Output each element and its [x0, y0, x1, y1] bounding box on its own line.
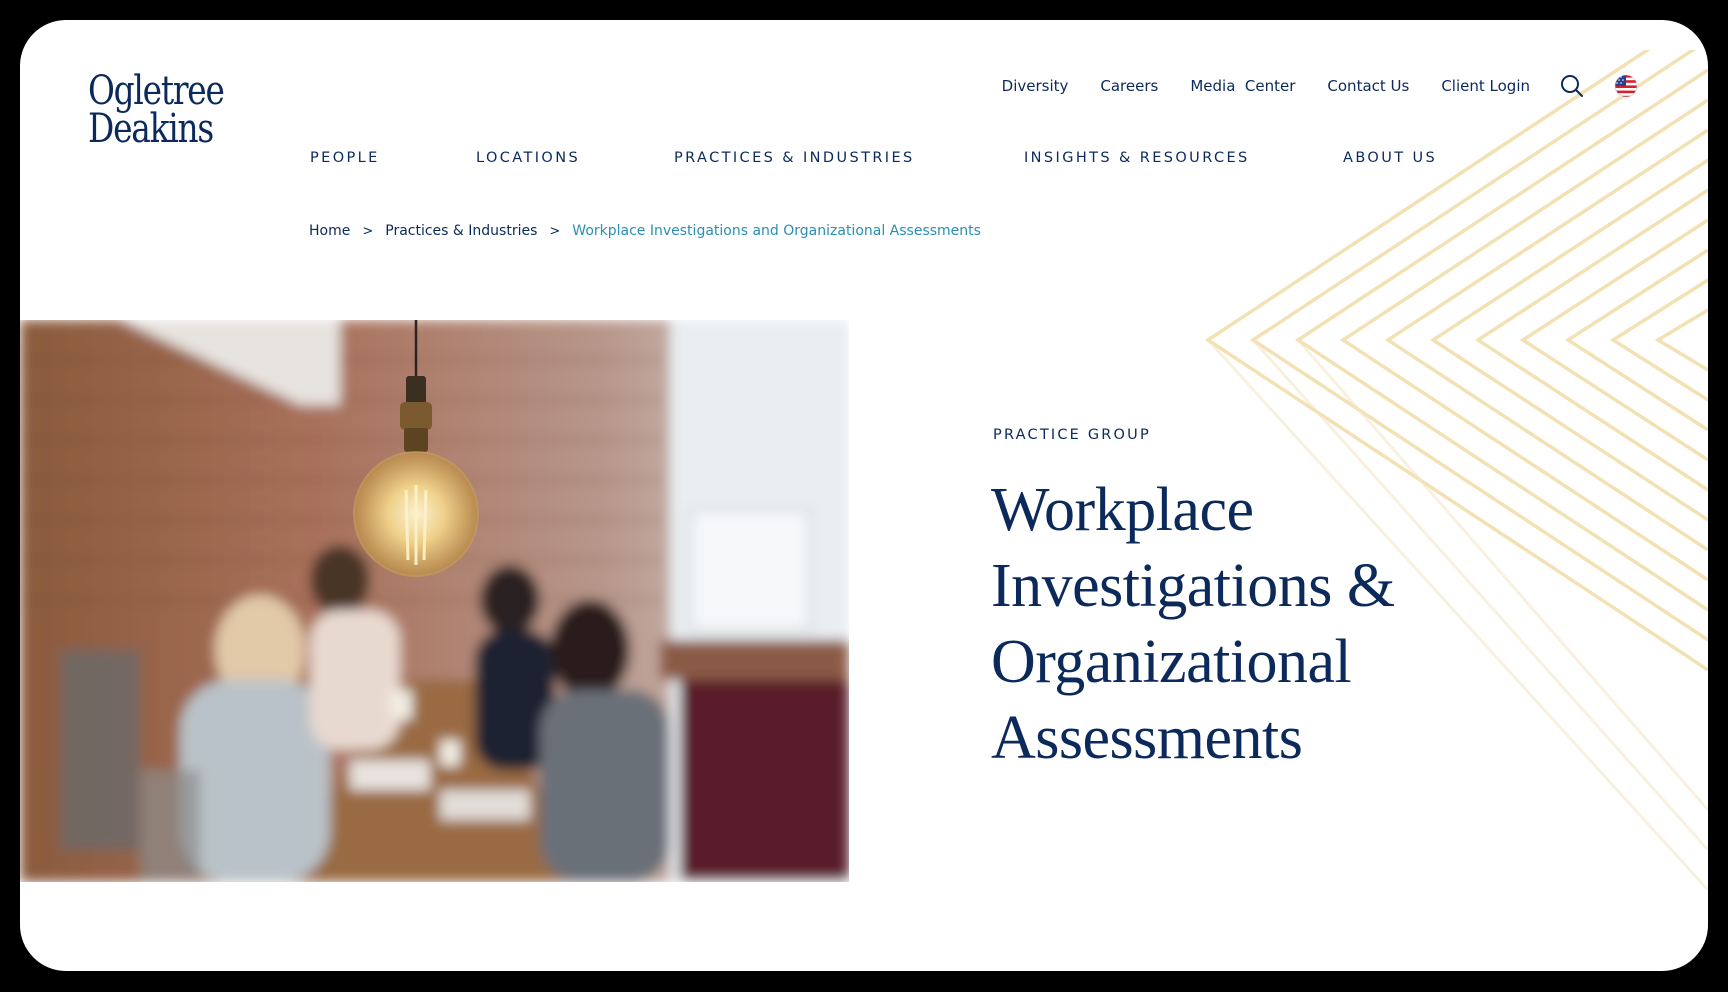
page-title-line-3: Organizational — [991, 628, 1352, 696]
page-title: Workplace Investigations & Organizationa… — [991, 472, 1511, 776]
breadcrumb-current-page: Workplace Investigations and Organizatio… — [572, 223, 981, 239]
logo-line-1: Ogletree — [88, 68, 225, 114]
utility-link-diversity[interactable]: Diversity — [1002, 77, 1069, 95]
search-icon[interactable] — [1560, 74, 1584, 98]
utility-link-media-center[interactable]: Media Center — [1190, 77, 1295, 95]
breadcrumb-practices-industries[interactable]: Practices & Industries — [385, 223, 537, 239]
utility-link-careers[interactable]: Careers — [1100, 77, 1158, 95]
logo-line-2: Deakins — [88, 106, 214, 152]
page-title-line-2: Investigations & — [991, 552, 1395, 620]
breadcrumb-separator: > — [549, 223, 561, 239]
brand-logo[interactable]: Ogletree Deakins — [88, 68, 225, 152]
hero-eyebrow: PRACTICE GROUP — [993, 427, 1151, 443]
nav-people[interactable]: PEOPLE — [310, 150, 380, 166]
nav-about-us[interactable]: ABOUT US — [1343, 150, 1437, 166]
breadcrumb-separator: > — [362, 223, 374, 239]
us-flag-icon[interactable] — [1614, 74, 1638, 98]
breadcrumb: Home > Practices & Industries > Workplac… — [309, 223, 981, 239]
device-frame: Ogletree Deakins Diversity Careers Media… — [0, 0, 1728, 992]
page-title-line-4: Assessments — [991, 704, 1303, 772]
main-nav: PEOPLE LOCATIONS PRACTICES & INDUSTRIES … — [310, 150, 1450, 170]
hero-image — [20, 320, 849, 882]
page-title-line-1: Workplace — [991, 476, 1254, 544]
utility-link-contact-us[interactable]: Contact Us — [1327, 77, 1409, 95]
people-meeting-table-lightbulb-photo — [20, 320, 849, 882]
nav-insights-resources[interactable]: INSIGHTS & RESOURCES — [1024, 150, 1250, 166]
breadcrumb-home[interactable]: Home — [309, 223, 350, 239]
utility-link-client-login[interactable]: Client Login — [1441, 77, 1530, 95]
nav-locations[interactable]: LOCATIONS — [476, 150, 580, 166]
browser-viewport: Ogletree Deakins Diversity Careers Media… — [20, 20, 1708, 971]
utility-nav: Diversity Careers Media Center Contact U… — [1002, 70, 1638, 102]
nav-practices-industries[interactable]: PRACTICES & INDUSTRIES — [674, 150, 915, 166]
